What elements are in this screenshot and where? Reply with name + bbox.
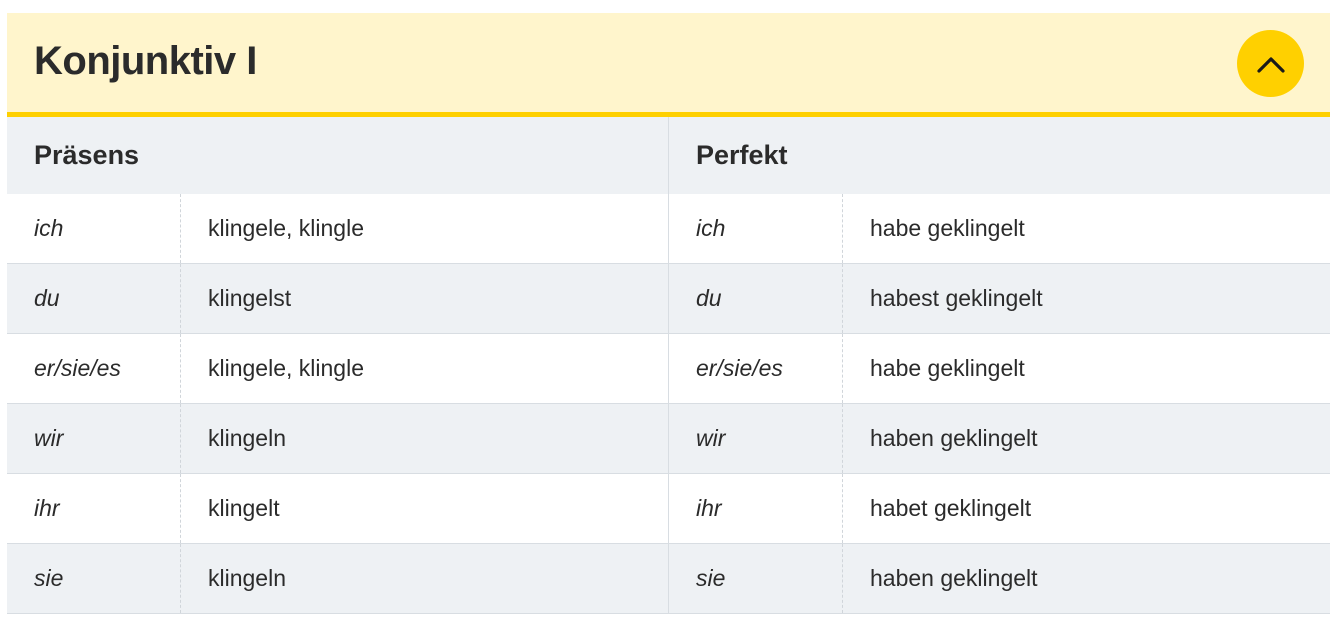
table-row: er/sie/es klingele, klingle (7, 334, 668, 404)
table-row: sie klingeln (7, 544, 668, 614)
verb-form-cell: habe geklingelt (870, 215, 1025, 241)
table-row: du klingelst (7, 264, 668, 334)
conjugation-panel: Konjunktiv I Präsens ich klingele, kling… (7, 13, 1330, 614)
table-row: sie haben geklingelt (669, 544, 1330, 614)
verb-form-cell: habest geklingelt (870, 285, 1043, 311)
pronoun-cell: sie (7, 544, 181, 613)
table-row: wir klingeln (7, 404, 668, 474)
verb-form-cell: haben geklingelt (870, 425, 1038, 451)
pronoun-cell: er/sie/es (669, 334, 843, 403)
pronoun-cell: er/sie/es (7, 334, 181, 403)
collapse-button[interactable] (1237, 30, 1304, 97)
table-row: ihr habet geklingelt (669, 474, 1330, 544)
verb-form-cell: habe geklingelt (870, 355, 1025, 381)
pronoun-cell: ihr (7, 474, 181, 543)
pronoun-cell: du (7, 264, 181, 333)
verb-form-cell: klingelst (208, 285, 292, 311)
pronoun-cell: du (669, 264, 843, 333)
table-heading: Perfekt (669, 117, 1330, 194)
table-row: er/sie/es habe geklingelt (669, 334, 1330, 404)
verb-form-cell: klingele, klingle (208, 215, 364, 241)
section-title: Konjunktiv I (34, 39, 257, 83)
conjugation-tables: Präsens ich klingele, klingle du klingel… (7, 117, 1330, 614)
table-row: ich habe geklingelt (669, 194, 1330, 264)
pronoun-cell: ich (7, 194, 181, 263)
verb-form-cell: klingelt (208, 495, 280, 521)
table-heading: Präsens (7, 117, 668, 194)
pronoun-cell: ich (669, 194, 843, 263)
pronoun-cell: wir (7, 404, 181, 473)
pronoun-cell: wir (669, 404, 843, 473)
chevron-up-icon (1256, 56, 1285, 73)
pronoun-cell: ihr (669, 474, 843, 543)
table-perfekt: Perfekt ich habe geklingelt du habest ge… (668, 117, 1330, 614)
verb-form-cell: klingeln (208, 425, 286, 451)
table-row: du habest geklingelt (669, 264, 1330, 334)
verb-form-cell: habet geklingelt (870, 495, 1032, 521)
table-row: ihr klingelt (7, 474, 668, 544)
verb-form-cell: haben geklingelt (870, 565, 1038, 591)
verb-form-cell: klingele, klingle (208, 355, 364, 381)
table-praesens: Präsens ich klingele, klingle du klingel… (7, 117, 668, 614)
table-row: wir haben geklingelt (669, 404, 1330, 474)
table-row: ich klingele, klingle (7, 194, 668, 264)
section-header[interactable]: Konjunktiv I (7, 13, 1330, 117)
verb-form-cell: klingeln (208, 565, 286, 591)
pronoun-cell: sie (669, 544, 843, 613)
